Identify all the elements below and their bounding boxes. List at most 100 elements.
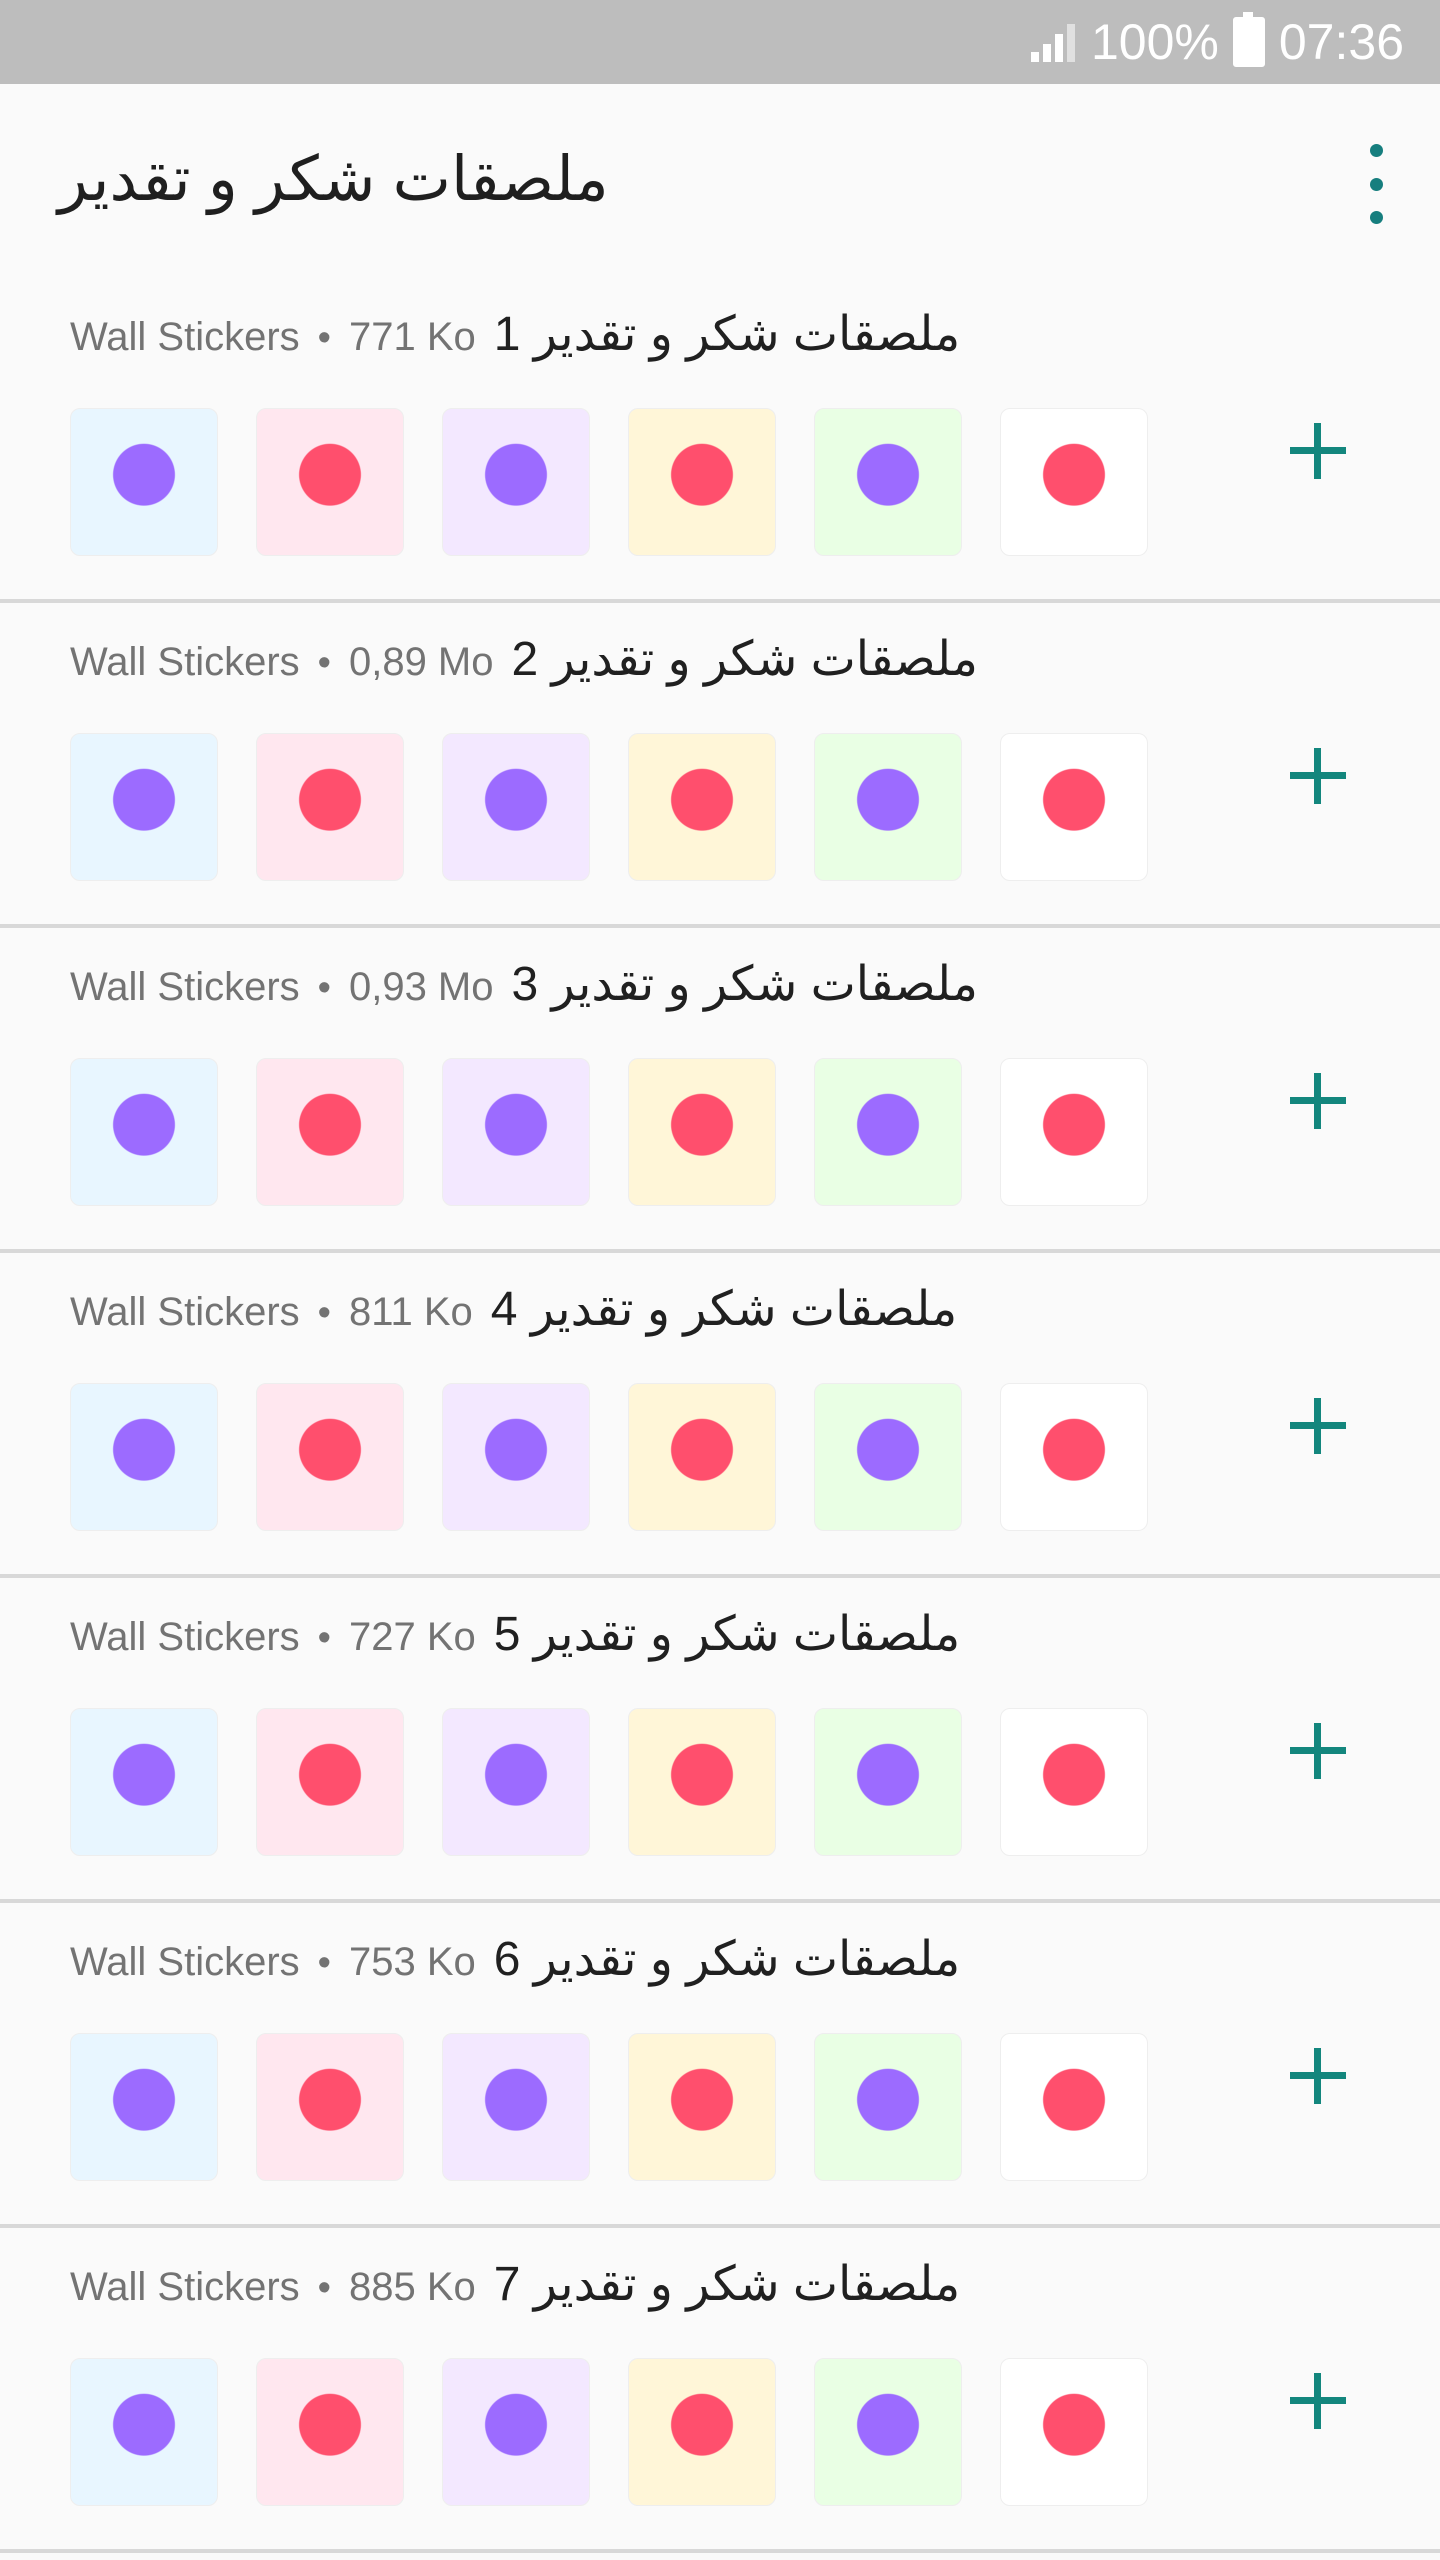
sticker-image [70,1058,218,1206]
status-bar: 100% 07:36 [0,0,1440,84]
sticker-pack-row[interactable]: Wall Stickers • 727 Ko ملصقات شكر و تقدي… [0,1578,1440,1903]
sticker-preview-row [70,1708,1148,1856]
sticker-preview-row [70,408,1148,556]
sticker-image [256,408,404,556]
separator-dot: • [317,642,331,684]
sticker-preview-row [70,2033,1148,2181]
sticker-pack-row[interactable]: Wall Stickers • 885 Ko ملصقات شكر و تقدي… [0,2228,1440,2553]
clock: 07:36 [1278,14,1404,70]
pack-size: 811 Ko [348,1290,473,1334]
pack-title: ملصقات شكر و تقدير 2 [511,633,978,686]
publisher-name: Wall Stickers [70,2265,300,2309]
sticker-image [814,2033,962,2181]
separator-dot: • [317,2267,331,2309]
sticker-image [628,1058,776,1206]
sticker-image [70,1708,218,1856]
separator-dot: • [317,1617,331,1659]
add-to-whatsapp-button[interactable] [1290,2048,1346,2104]
sticker-pack-row[interactable]: Wall Stickers • 811 Ko ملصقات شكر و تقدي… [0,1253,1440,1578]
sticker-pack-row[interactable]: Wall Stickers • 753 Ko ملصقات شكر و تقدي… [0,1903,1440,2228]
menu-dot-icon [1369,177,1383,191]
pack-header: Wall Stickers • 753 Ko ملصقات شكر و تقدي… [70,1931,960,1987]
publisher-name: Wall Stickers [70,1290,300,1334]
pack-size: 753 Ko [348,1940,476,1984]
pack-title: ملصقات شكر و تقدير 6 [493,1933,961,1986]
pack-header: Wall Stickers • 771 Ko ملصقات شكر و تقدي… [70,306,960,362]
publisher-name: Wall Stickers [70,1940,300,1984]
page-title: ملصقات شكر و تقدير [58,145,609,214]
sticker-image [1000,2358,1148,2506]
separator-dot: • [317,1292,331,1334]
pack-title: ملصقات شكر و تقدير 1 [493,308,961,361]
sticker-image [814,408,962,556]
sticker-image [628,2358,776,2506]
sticker-image [814,2358,962,2506]
app-bar: ملصقات شكر و تقدير [0,84,1440,278]
status-icons: 100% 07:36 [1030,12,1404,70]
pack-title: ملصقات شكر و تقدير 5 [493,1608,961,1661]
sticker-pack-row[interactable]: Wall Stickers • 0,93 Mo ملصقات شكر و تقد… [0,928,1440,1253]
sticker-image [814,1383,962,1531]
sticker-preview-row [70,2358,1148,2506]
battery-percent: 100% [1090,14,1219,70]
sticker-image [814,1058,962,1206]
sticker-image [256,2358,404,2506]
add-to-whatsapp-button[interactable] [1290,1073,1346,1129]
sticker-image [1000,733,1148,881]
separator-dot: • [317,967,331,1009]
sticker-image [442,2358,590,2506]
pack-header: Wall Stickers • 811 Ko ملصقات شكر و تقدي… [70,1281,957,1337]
sticker-image [256,2033,404,2181]
add-to-whatsapp-button[interactable] [1290,748,1346,804]
sticker-image [256,1708,404,1856]
sticker-image [628,1708,776,1856]
sticker-image [70,733,218,881]
sticker-image [628,2033,776,2181]
sticker-image [256,1383,404,1531]
separator-dot: • [317,1942,331,1984]
sticker-image [256,1058,404,1206]
sticker-image [628,733,776,881]
sticker-image [814,733,962,881]
sticker-image [70,2358,218,2506]
sticker-image [1000,1708,1148,1856]
sticker-image [442,1058,590,1206]
add-to-whatsapp-button[interactable] [1290,1723,1346,1779]
pack-title: ملصقات شكر و تقدير 3 [511,958,978,1011]
pack-header: Wall Stickers • 885 Ko ملصقات شكر و تقدي… [70,2256,960,2312]
sticker-image [1000,2033,1148,2181]
separator-dot: • [317,317,331,359]
sticker-image [442,408,590,556]
add-to-whatsapp-button[interactable] [1290,1398,1346,1454]
menu-dot-icon [1369,211,1383,224]
sticker-image [70,1383,218,1531]
sticker-pack-row[interactable]: Wall Stickers • 0,89 Mo ملصقات شكر و تقد… [0,603,1440,928]
overflow-menu-button[interactable] [1354,144,1398,224]
sticker-preview-row [70,1383,1148,1531]
sticker-image [442,1383,590,1531]
pack-size: 0,93 Mo [348,965,494,1009]
sticker-pack-row[interactable]: Wall Stickers • 771 Ko ملصقات شكر و تقدي… [0,278,1440,603]
sticker-preview-row [70,1058,1148,1206]
publisher-name: Wall Stickers [70,315,300,359]
pack-header: Wall Stickers • 0,89 Mo ملصقات شكر و تقد… [70,631,978,687]
sticker-preview-row [70,733,1148,881]
menu-dot-icon [1369,144,1383,157]
sticker-image [442,1708,590,1856]
pack-size: 885 Ko [348,2265,476,2309]
publisher-name: Wall Stickers [70,640,300,684]
sticker-image [256,733,404,881]
sticker-image [442,2033,590,2181]
pack-title: ملصقات شكر و تقدير 7 [493,2258,961,2311]
pack-title: ملصقات شكر و تقدير 4 [490,1283,958,1336]
sticker-image [442,733,590,881]
pack-size: 0,89 Mo [348,640,494,684]
sticker-image [70,408,218,556]
add-to-whatsapp-button[interactable] [1290,2373,1346,2429]
publisher-name: Wall Stickers [70,965,300,1009]
sticker-image [1000,1383,1148,1531]
pack-header: Wall Stickers • 727 Ko ملصقات شكر و تقدي… [70,1606,960,1662]
add-to-whatsapp-button[interactable] [1290,423,1346,479]
sticker-image [1000,408,1148,556]
sticker-image [70,2033,218,2181]
